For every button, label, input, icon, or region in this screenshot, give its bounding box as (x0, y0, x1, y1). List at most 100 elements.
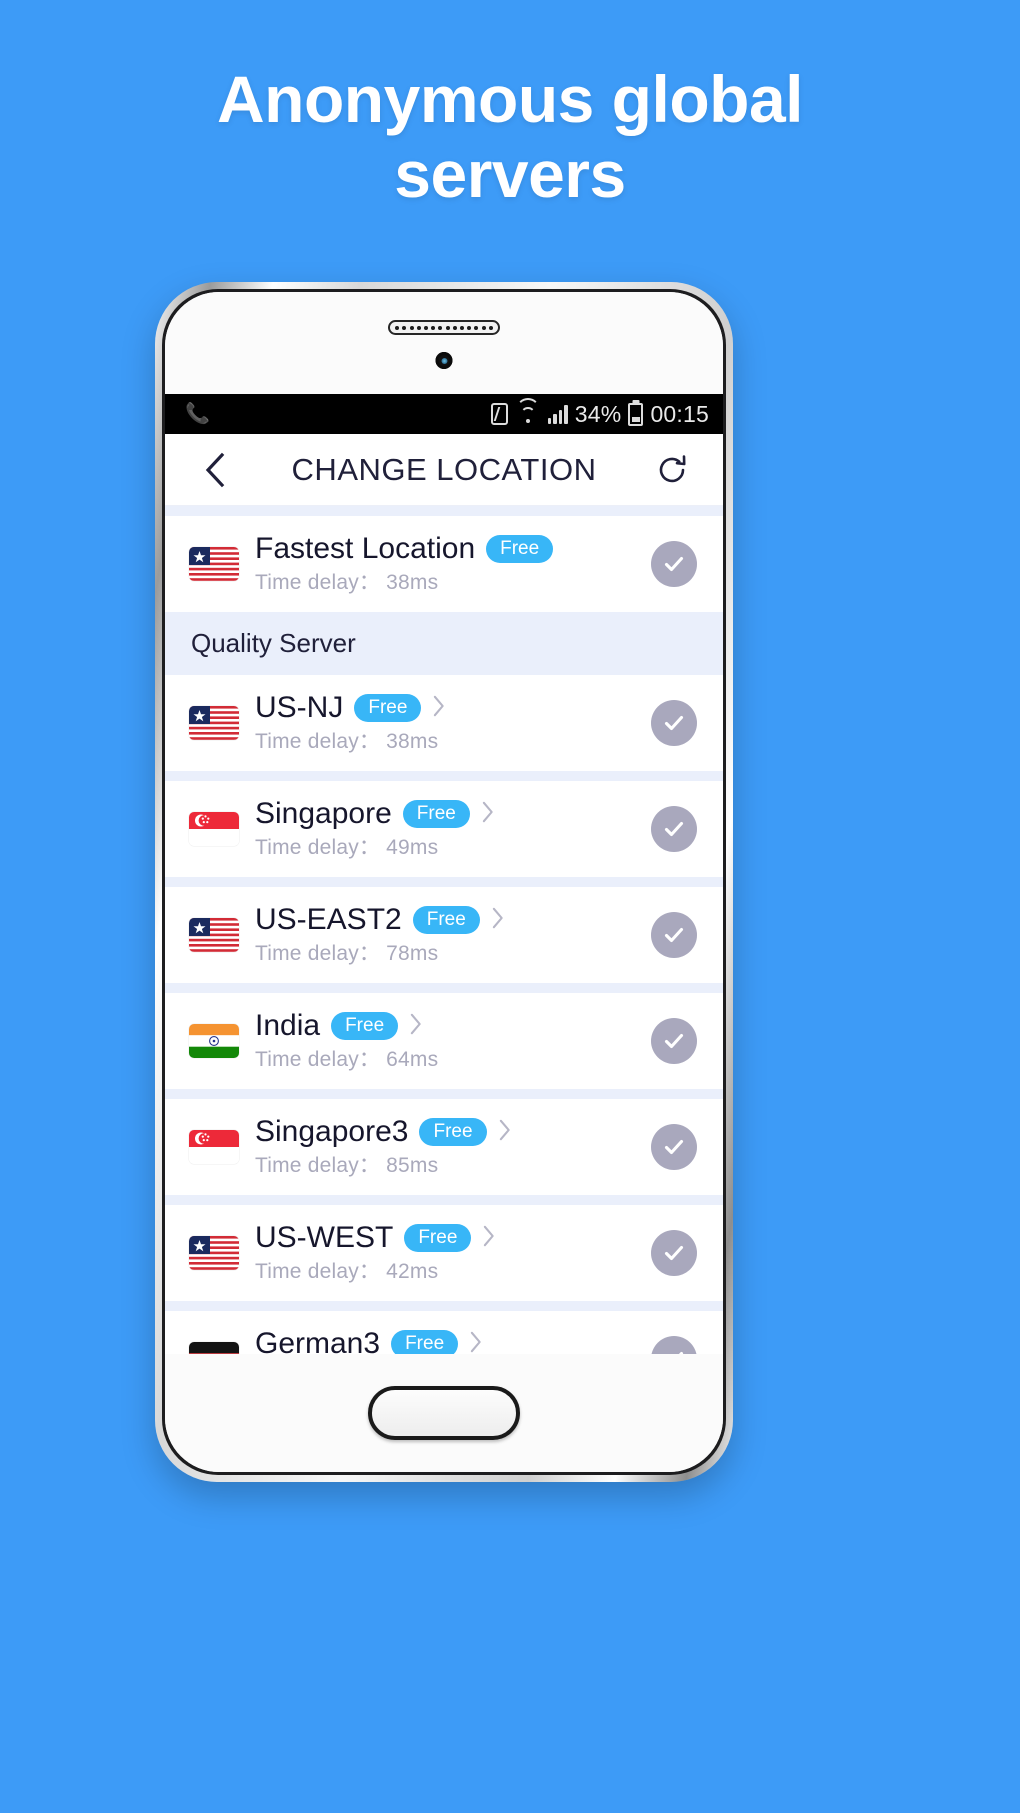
headline-line-1: Anonymous global (217, 62, 804, 136)
list-divider (165, 771, 723, 781)
check-circle-icon[interactable] (651, 1018, 697, 1064)
list-item-body: Singapore Free Time delay： 49ms (255, 797, 639, 861)
us-flag-icon (189, 706, 239, 740)
back-chevron-icon (205, 452, 225, 487)
list-divider (165, 1089, 723, 1099)
list-item-body: US-NJ Free Time delay： 38ms (255, 691, 639, 755)
server-name: Singapore (255, 797, 392, 830)
promo-headline: Anonymous global servers (0, 62, 1020, 211)
nfc-icon (490, 403, 508, 425)
list-item-fastest-location[interactable]: Fastest Location Free Time delay： 38ms (165, 516, 723, 612)
list-item-server[interactable]: US-EAST2 Free Time delay： 78ms (165, 887, 723, 983)
phone-top-bezel (165, 292, 723, 394)
status-badge: Free (404, 1223, 472, 1253)
time-delay-label: Time delay： 42ms (255, 1260, 439, 1283)
list-divider (165, 506, 723, 516)
list-item-body: Singapore3 Free Time delay： 85ms (255, 1115, 639, 1179)
time-delay-label: Time delay： 85ms (255, 1154, 439, 1177)
list-item-title-row: US-EAST2 Free (255, 903, 639, 937)
list-item-body: US-EAST2 Free Time delay： 78ms (255, 903, 639, 967)
list-item-server[interactable]: Singapore Free Time delay： 49ms (165, 781, 723, 877)
speaker-grille-icon (388, 320, 500, 335)
check-circle-icon[interactable] (651, 1336, 697, 1354)
time-delay-label: Time delay： 38ms (255, 730, 439, 753)
check-circle-icon[interactable] (651, 806, 697, 852)
status-badge: Free (331, 1011, 399, 1041)
server-name: German3 (255, 1327, 381, 1354)
time-delay-label: Time delay： 38ms (255, 571, 439, 594)
status-bar: 📞 34% 00:15 (165, 394, 723, 434)
status-bar-clock: 00:15 (650, 400, 709, 427)
server-name: US-WEST (255, 1221, 394, 1254)
phone-bezel: 📞 34% 00:15 CHANGE LOCATION Fastest Loca… (162, 289, 726, 1475)
list-item-title-row: US-WEST Free (255, 1221, 639, 1255)
phone-screen: 📞 34% 00:15 CHANGE LOCATION Fastest Loca… (165, 394, 723, 1354)
section-header-quality-server: Quality Server (165, 612, 723, 675)
us-flag-icon (189, 1236, 239, 1270)
status-badge: Free (402, 799, 470, 829)
list-item-title-row: Fastest Location Free (255, 532, 639, 566)
chevron-right-icon[interactable] (481, 801, 495, 828)
list-item-title-row: Singapore3 Free (255, 1115, 639, 1149)
list-item-server[interactable]: US-NJ Free Time delay： 38ms (165, 675, 723, 771)
phone-icon: 📞 (185, 403, 210, 425)
list-item-body: India Free Time delay： 64ms (255, 1009, 639, 1073)
refresh-button[interactable] (651, 449, 693, 491)
server-name: US-EAST2 (255, 903, 402, 936)
check-circle-icon[interactable] (651, 912, 697, 958)
status-badge: Free (412, 905, 480, 935)
battery-percent-label: 34% (574, 400, 622, 427)
check-circle-icon[interactable] (651, 1230, 697, 1276)
list-item-body: US-WEST Free Time delay： 42ms (255, 1221, 639, 1285)
check-circle-icon[interactable] (651, 700, 697, 746)
status-badge: Free (486, 534, 554, 564)
chevron-right-icon[interactable] (469, 1331, 483, 1355)
server-name: US-NJ (255, 691, 344, 724)
cellular-signal-icon (547, 404, 568, 424)
list-divider (165, 983, 723, 993)
time-delay-label: Time delay： 78ms (255, 942, 439, 965)
status-badge: Free (391, 1329, 459, 1354)
status-bar-left: 📞 (185, 404, 210, 424)
headline-line-2: servers (394, 136, 626, 211)
phone-face: 📞 34% 00:15 CHANGE LOCATION Fastest Loca… (165, 292, 723, 1472)
time-delay-label: Time delay： 49ms (255, 836, 439, 859)
chevron-right-icon[interactable] (432, 695, 446, 722)
wifi-icon (515, 398, 541, 424)
chevron-right-icon[interactable] (409, 1013, 423, 1040)
server-name: Fastest Location (255, 532, 476, 565)
list-item-server[interactable]: German3FreeTime delay： 62ms (165, 1311, 723, 1354)
battery-icon (628, 402, 644, 426)
singapore-flag-icon (189, 1130, 239, 1164)
list-item-server[interactable]: India Free Time delay： 64ms (165, 993, 723, 1089)
list-item-server[interactable]: US-WEST Free Time delay： 42ms (165, 1205, 723, 1301)
back-button[interactable] (195, 450, 235, 490)
list-item-title-row: German3 Free (255, 1327, 639, 1354)
refresh-icon (659, 454, 686, 482)
germany-flag-icon (189, 1342, 239, 1354)
status-badge: Free (354, 693, 422, 723)
check-circle-icon[interactable] (651, 541, 697, 587)
home-button[interactable] (368, 1386, 520, 1440)
promo-screenshot: Anonymous global servers 📞 34% 00:15 CHA… (0, 0, 1020, 1813)
check-circle-icon[interactable] (651, 1124, 697, 1170)
server-rows-container: US-NJ Free Time delay： 38ms Singapore Free Ti… (165, 675, 723, 1354)
list-item-title-row: India Free (255, 1009, 639, 1043)
chevron-right-icon[interactable] (482, 1225, 496, 1252)
us-flag-icon (189, 918, 239, 952)
status-bar-right: 34% 00:15 (490, 398, 709, 428)
list-item-body: German3FreeTime delay： 62ms (255, 1327, 639, 1354)
list-divider (165, 1301, 723, 1311)
time-delay-label: Time delay： 64ms (255, 1048, 439, 1071)
phone-device: 📞 34% 00:15 CHANGE LOCATION Fastest Loca… (155, 282, 733, 1482)
chevron-right-icon[interactable] (498, 1119, 512, 1146)
server-name: India (255, 1009, 321, 1042)
chevron-right-icon[interactable] (491, 907, 505, 934)
list-item-body: Fastest Location Free Time delay： 38ms (255, 532, 639, 596)
status-badge: Free (419, 1117, 487, 1147)
page-title: CHANGE LOCATION (291, 451, 597, 487)
server-list[interactable]: Fastest Location Free Time delay： 38ms Q… (165, 506, 723, 1354)
server-name: Singapore3 (255, 1115, 409, 1148)
list-item-server[interactable]: Singapore3 Free Time delay： 85ms (165, 1099, 723, 1195)
list-divider (165, 877, 723, 887)
